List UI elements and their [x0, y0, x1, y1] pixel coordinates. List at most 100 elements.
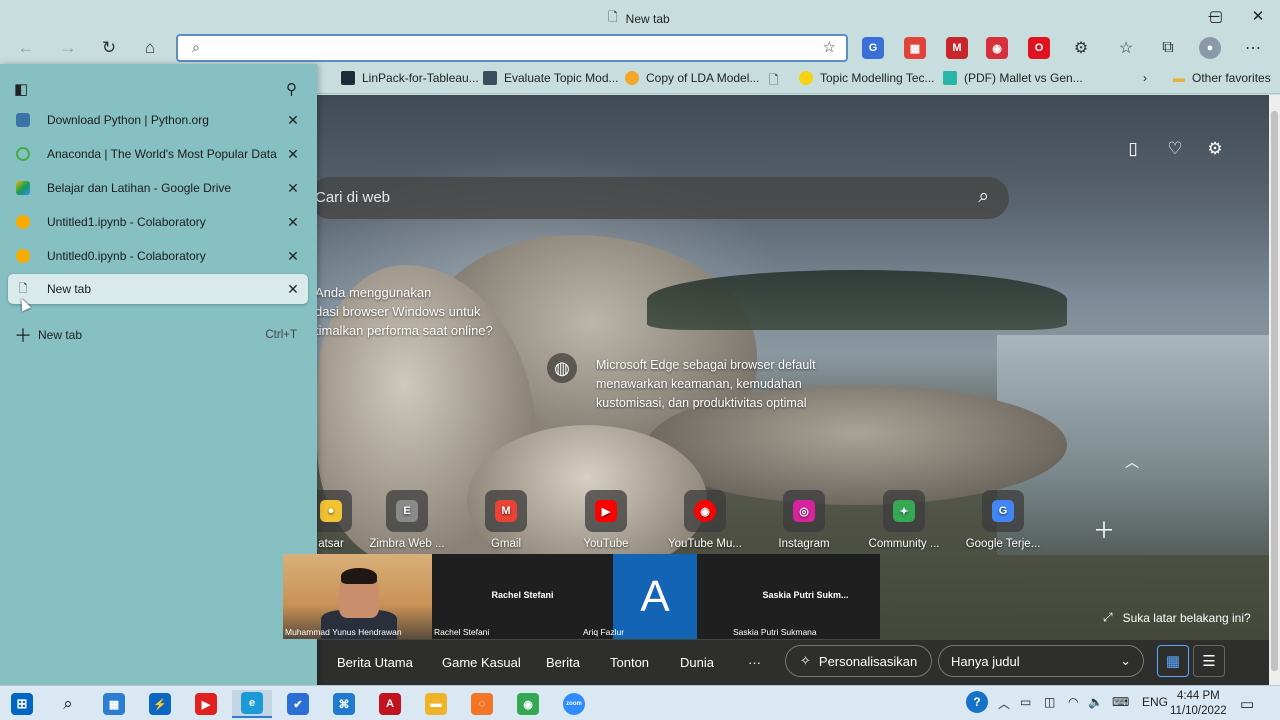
background-feedback[interactable]: ⤢ Suka latar belakang ini? [1103, 610, 1251, 625]
extension-opera-icon[interactable]: O [1028, 37, 1050, 59]
community-icon: ✦ [893, 500, 915, 522]
close-tab-icon[interactable]: ✕ [278, 248, 308, 265]
close-tab-icon[interactable]: ✕ [278, 214, 308, 231]
add-favorite-icon[interactable]: ☆ [823, 38, 836, 56]
wifi-icon[interactable]: ◠ [1068, 695, 1078, 709]
chevron-up-icon[interactable]: ︿ [998, 695, 1010, 712]
other-favorites-folder[interactable]: ▬ Other favorites [1173, 71, 1271, 85]
back-button[interactable]: ← [12, 35, 40, 61]
grid-view-button[interactable]: ▦ [1157, 645, 1189, 677]
rewards-icon[interactable]: ♡ [1163, 137, 1187, 161]
quick-link-tile[interactable]: E Zimbra Web ... [367, 490, 447, 550]
close-tab-icon[interactable]: ✕ [278, 146, 308, 163]
refresh-button[interactable]: ↻ [95, 35, 123, 61]
tab-item[interactable]: Untitled1.ipynb - Colaboratory ✕ [8, 207, 308, 237]
new-tab-button[interactable]: ＋ New tab Ctrl+T [14, 322, 297, 348]
language-indicator[interactable]: ENG [1142, 695, 1168, 709]
youtube-music-taskbar-button[interactable]: ▶ [186, 690, 226, 718]
ms-store-taskbar-button[interactable]: ▦ [94, 690, 134, 718]
quick-link-tile[interactable]: ● atsar [317, 490, 371, 550]
system-clock[interactable]: 4:44 PM 11/10/2022 [1170, 689, 1227, 719]
tab-actions-icon[interactable]: ◧ [14, 80, 28, 98]
collections-icon[interactable]: ⧉ [1157, 37, 1179, 59]
volume-icon[interactable]: 🔈 [1088, 695, 1103, 709]
tab-item[interactable]: Anaconda | The World's Most Popular Data… [8, 139, 308, 169]
mobile-icon[interactable]: ▯ [1121, 137, 1145, 161]
notification-icon[interactable]: ▭ [1240, 695, 1254, 713]
favorite-item[interactable]: Topic Modelling Tec... [799, 71, 935, 85]
close-tab-icon[interactable]: ✕ [278, 180, 308, 197]
keyboard-icon[interactable]: ⌨ [1112, 695, 1129, 709]
list-view-button[interactable]: ☰ [1193, 645, 1225, 677]
extensions-icon[interactable]: ⚙ [1070, 37, 1092, 59]
news-tab[interactable]: Tonton [610, 655, 649, 670]
file-explorer-taskbar-button[interactable]: ▬ [416, 690, 456, 718]
page-scrollbar[interactable] [1269, 95, 1280, 685]
favorite-item[interactable]: Copy of LDA Model... [625, 71, 759, 85]
news-tab[interactable]: Berita Utama [337, 655, 413, 670]
participant-tile[interactable]: Saskia Putri Sukm... Saskia Putri Sukman… [731, 554, 880, 639]
news-more-button[interactable]: ··· [748, 655, 761, 670]
address-bar[interactable]: ⌕ ☆ [176, 34, 848, 62]
favorites-overflow-button[interactable]: › [1143, 71, 1147, 85]
chrome-taskbar-button[interactable]: ◉ [508, 690, 548, 718]
acrobat-taskbar-button[interactable]: A [370, 690, 410, 718]
close-window-button[interactable]: ✕ [1236, 4, 1280, 28]
news-tab[interactable]: Berita [546, 655, 580, 670]
news-tab[interactable]: Dunia [680, 655, 714, 670]
favorite-item[interactable]: Evaluate Topic Mod... [483, 71, 619, 85]
globe-icon[interactable]: ◍ [547, 353, 577, 383]
tab-item-active[interactable]: 🗋 New tab ✕ [8, 274, 308, 304]
close-tab-icon[interactable]: ✕ [278, 281, 308, 298]
layout-select[interactable]: Hanya judul ⌄ [938, 645, 1144, 677]
web-search-box[interactable]: Cari di web ⌕ [317, 177, 1009, 219]
forward-button[interactable]: → [54, 35, 82, 61]
favorite-item[interactable]: (PDF) Mallet vs Gen... [943, 71, 1083, 85]
quick-link-tile[interactable]: ▶ YouTube [566, 490, 646, 550]
add-quick-link-button[interactable]: ＋ [1093, 513, 1115, 545]
edge-taskbar-button[interactable]: e [232, 690, 272, 718]
tab-item[interactable]: Untitled0.ipynb - Colaboratory ✕ [8, 241, 308, 271]
search-icon[interactable]: ⌕ [48, 690, 88, 718]
extension-eye-icon[interactable]: ◉ [986, 37, 1008, 59]
todo-taskbar-button[interactable]: ✔ [278, 690, 318, 718]
star-icon: ✧ [800, 653, 811, 668]
help-icon[interactable]: ? [966, 691, 988, 713]
meet-now-icon[interactable]: ▭ [1020, 695, 1031, 709]
power-automate-taskbar-button[interactable]: ⚡ [140, 690, 180, 718]
scrollbar-thumb[interactable] [1271, 111, 1278, 671]
extension-red-grid-icon[interactable]: ▦ [904, 37, 926, 59]
zoom-taskbar-button[interactable]: zoom [554, 690, 594, 718]
quick-link-tile[interactable]: ◎ Instagram [764, 490, 844, 550]
vscode-icon: ⌘ [333, 693, 355, 715]
quick-link-tile[interactable]: M Gmail [466, 490, 546, 550]
vscode-taskbar-button[interactable]: ⌘ [324, 690, 364, 718]
tray-app-icon[interactable]: ◫ [1044, 695, 1055, 709]
quick-link-tile[interactable]: ◉ YouTube Mu... [665, 490, 745, 550]
start-button[interactable]: ⊞ [2, 690, 42, 718]
news-tab[interactable]: Game Kasual [442, 655, 521, 670]
quick-link-tile[interactable]: ✦ Community ... [864, 490, 944, 550]
close-tab-icon[interactable]: ✕ [278, 112, 308, 129]
favorite-item[interactable]: 🗋 [769, 71, 786, 92]
participant-tile[interactable]: Muhammad Yunus Hendrawan [283, 554, 432, 639]
profile-avatar[interactable]: ● [1199, 37, 1221, 59]
tab-item[interactable]: Belajar dan Latihan - Google Drive ✕ [8, 173, 308, 203]
jupyter-taskbar-button[interactable]: ◌ [462, 690, 502, 718]
tab-item[interactable]: Download Python | Python.org ✕ [8, 105, 308, 135]
more-menu-icon[interactable]: ⋯ [1242, 37, 1264, 59]
participant-tile[interactable]: Ariq Fazlur [581, 554, 624, 639]
translate-icon[interactable]: G [862, 37, 884, 59]
news-feed-bar: Berita Utama Game Kasual Berita Tonton D… [317, 640, 1269, 685]
favorites-icon[interactable]: ☆ [1115, 37, 1137, 59]
extension-mendeley-icon[interactable]: M [946, 37, 968, 59]
chevron-up-icon[interactable]: ︿ [1125, 452, 1139, 472]
quick-link-tile[interactable]: G Google Terje... [963, 490, 1043, 550]
pin-icon[interactable]: ⚲ [286, 80, 297, 98]
personalize-button[interactable]: ✧ Personalisasikan [785, 645, 933, 677]
favorite-item[interactable]: LinPack-for-Tableau... [341, 71, 479, 85]
home-button[interactable]: ⌂ [136, 35, 164, 61]
maximize-button[interactable]: ▢ [1194, 4, 1238, 28]
search-icon[interactable]: ⌕ [978, 186, 989, 208]
settings-gear-icon[interactable]: ⚙ [1203, 137, 1227, 161]
